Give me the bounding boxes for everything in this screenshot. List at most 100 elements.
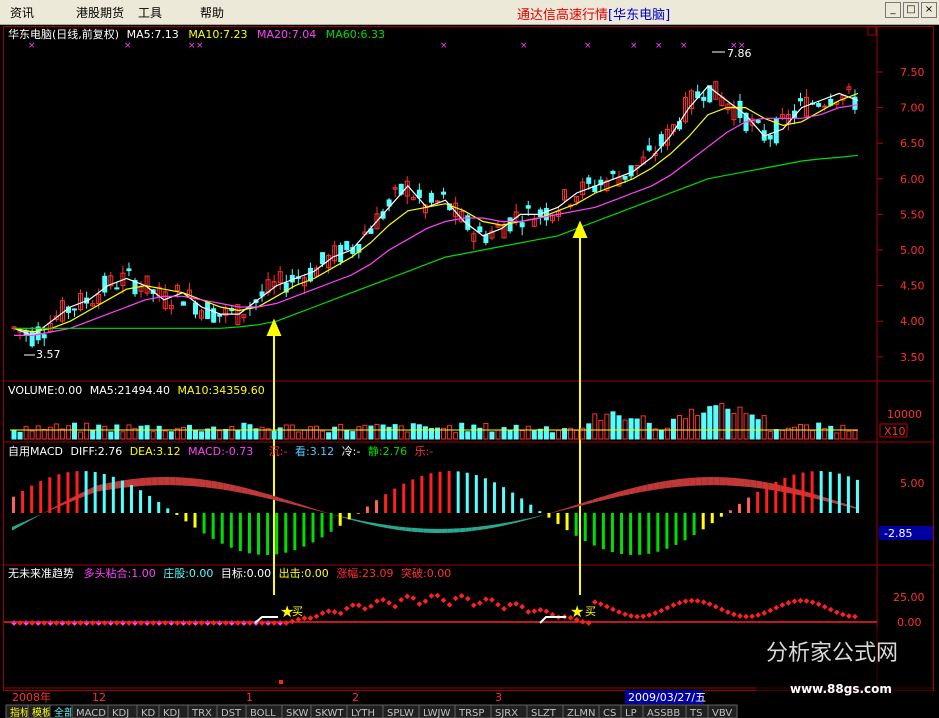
trend-dot: [279, 680, 283, 684]
buy-label-2: 买: [585, 605, 596, 618]
candle-body: [755, 120, 761, 123]
macd-fill: [786, 486, 793, 494]
tab-label: LYTH: [351, 708, 375, 718]
minimize-button[interactable]: _: [885, 2, 901, 18]
volume-bar: [791, 426, 797, 440]
macd-fill: [235, 485, 242, 493]
candle-body: [525, 205, 531, 209]
volume-bar: [683, 418, 689, 440]
candle-body: [507, 217, 513, 232]
trend-dot: [827, 606, 834, 613]
macd-fill: [320, 510, 327, 513]
macd-name: 自用MACD: [8, 445, 63, 458]
trend-dot: [265, 620, 271, 626]
trend-dot: [610, 606, 616, 613]
volume-bar: [507, 429, 513, 440]
volume-bar: [78, 431, 84, 440]
maximize-button[interactable]: □: [903, 2, 919, 18]
macd-bar: [120, 480, 124, 513]
trend-dot: [652, 610, 659, 616]
tab-label: SKW: [286, 708, 309, 718]
trend-dot: [101, 620, 108, 626]
volume-bar: [332, 426, 338, 440]
volume-bar: [144, 425, 150, 440]
tab-label: CS: [603, 708, 616, 718]
macd-fill: [665, 480, 672, 489]
price-tick-label: 6.50: [900, 137, 925, 150]
trend-dot: [531, 608, 538, 614]
trend-exit: 出击:0.00: [279, 566, 329, 580]
volume-bar: [610, 411, 616, 440]
macd-bar: [792, 474, 796, 513]
macd-bar: [701, 513, 705, 530]
candle-body: [72, 308, 77, 311]
tab-label: TRSP: [458, 708, 484, 718]
trend-dot: [464, 595, 471, 602]
macd-bar: [547, 513, 551, 518]
app-title-text: 通达信高速行情: [517, 8, 609, 23]
macd-fill: [423, 528, 430, 533]
tab-label: KDJ: [163, 708, 180, 718]
price-tick-label: 7.50: [900, 66, 925, 79]
trend-dot: [162, 620, 169, 626]
trend-dot: [41, 620, 48, 626]
macd-bar: [601, 513, 605, 550]
volume-bar: [628, 418, 634, 440]
macd-bar: [48, 477, 52, 513]
macd-bar: [447, 471, 451, 513]
menu-hk-futures[interactable]: 港股期货: [76, 4, 124, 21]
menu-tools[interactable]: 工具: [138, 4, 162, 21]
trend-dot: [470, 602, 477, 609]
macd-fill: [731, 477, 738, 487]
macd-bar: [111, 476, 115, 513]
menu-help[interactable]: 帮助: [200, 4, 224, 21]
macd-bar: [21, 490, 25, 513]
trend-dot: [428, 593, 435, 599]
macd-fill: [278, 497, 285, 503]
candle-body: [586, 177, 592, 184]
trend-dot: [537, 607, 544, 613]
macd-fill: [689, 477, 696, 486]
volume-bar: [713, 405, 719, 440]
trend-dot: [852, 613, 858, 620]
stock-chart[interactable]: 华东电脑(日线,前复权) MA5:7.13 MA10:7.23 MA20:7.0…: [0, 25, 939, 718]
volume-bar: [670, 418, 676, 440]
panel-toggle-icon[interactable]: [867, 26, 877, 36]
macd-fill: [671, 479, 678, 488]
candlesticks: [11, 81, 858, 348]
macd-fill: [133, 478, 140, 487]
volume-bar: [719, 403, 725, 440]
tab-label: 模板: [32, 706, 52, 718]
volume-bar: [59, 428, 65, 440]
candle-body: [29, 330, 35, 347]
macd-bar: [329, 513, 333, 532]
volume-bar: [247, 424, 253, 440]
macd-bar: [429, 473, 433, 513]
macd-fill: [266, 493, 273, 500]
tab-label: ASSBB: [647, 708, 680, 718]
macd-fill: [719, 477, 726, 486]
macd-fill: [229, 484, 236, 492]
trend-dot: [719, 606, 725, 613]
ma60-label: MA60:6.33: [326, 28, 385, 41]
macd-fill: [629, 487, 636, 495]
trend-dot: [380, 596, 386, 603]
close-button[interactable]: ×: [921, 2, 937, 18]
macd-bar: [837, 473, 841, 513]
volume-bar: [828, 425, 834, 440]
trend-dot: [803, 598, 810, 604]
macd-bar: [402, 483, 406, 513]
macd-fill: [526, 517, 533, 521]
candle-body: [483, 234, 489, 244]
macd-look: 看:3.12: [295, 444, 334, 458]
ma-line-ma60: [14, 154, 859, 329]
star-icon: ★: [570, 602, 584, 621]
macd-fill: [290, 501, 297, 506]
candle-body: [344, 241, 350, 251]
trend-dot: [440, 597, 447, 604]
volume-bar: [102, 425, 108, 440]
trend-dot: [664, 604, 671, 611]
menu-news[interactable]: 资讯: [10, 4, 34, 21]
macd-fill: [610, 492, 617, 499]
volume-bar: [537, 428, 543, 440]
